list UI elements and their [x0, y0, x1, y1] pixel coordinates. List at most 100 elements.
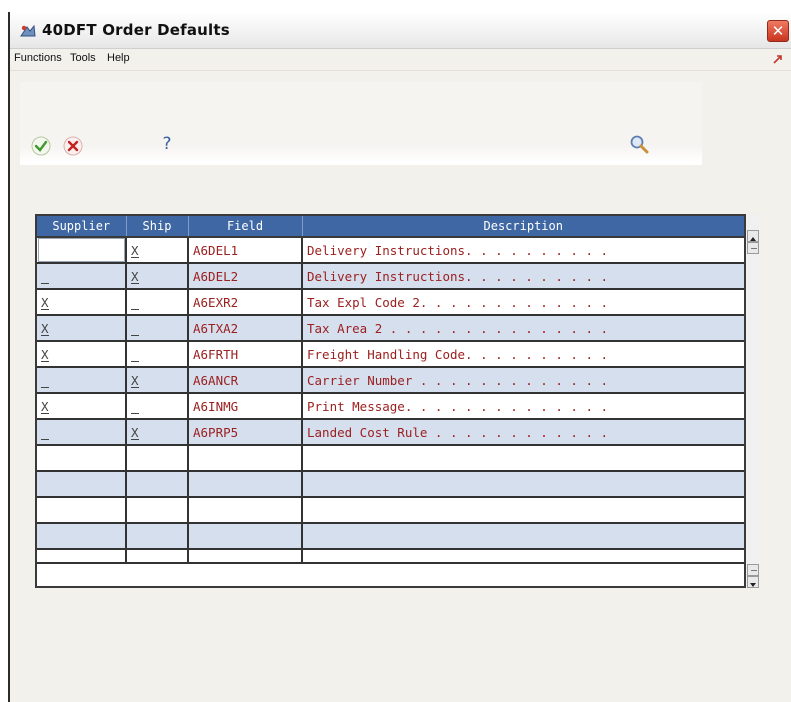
column-header-field[interactable]: Field — [188, 216, 303, 238]
supplier-input-selected[interactable] — [38, 238, 124, 261]
field-cell: A6EXR2 — [188, 289, 303, 316]
scroll-page-up-button[interactable] — [747, 242, 759, 254]
supplier-cell[interactable] — [37, 237, 127, 264]
ship-cell[interactable] — [126, 445, 189, 472]
close-icon: ✕ — [771, 22, 785, 40]
table-row[interactable] — [37, 523, 744, 550]
cancel-button[interactable] — [61, 134, 85, 158]
menu-functions[interactable]: Functions — [14, 52, 62, 64]
supplier-cell[interactable] — [37, 497, 127, 524]
table-row[interactable] — [37, 549, 744, 564]
description-cell — [302, 523, 744, 550]
title-bar: 40DFT Order Defaults ✕ — [10, 12, 791, 49]
supplier-cell[interactable] — [37, 549, 127, 564]
description-cell: Freight Handling Code. . . . . . . . . . — [302, 341, 744, 368]
ship-cell[interactable]: _ — [126, 315, 189, 342]
checkmark-icon — [31, 136, 51, 156]
ship-cell[interactable]: _ — [126, 289, 189, 316]
search-button[interactable] — [627, 132, 651, 156]
column-header-ship[interactable]: Ship — [126, 216, 189, 238]
column-header-description[interactable]: Description — [302, 216, 744, 238]
field-cell — [188, 549, 303, 564]
app-icon — [20, 24, 36, 37]
field-cell: A6TXA2 — [188, 315, 303, 342]
defaults-grid: Supplier Ship Field Description X A6DEL1… — [35, 214, 759, 590]
field-cell — [188, 445, 303, 472]
supplier-cell[interactable] — [37, 523, 127, 550]
ship-cell[interactable] — [126, 497, 189, 524]
ship-cell[interactable] — [126, 523, 189, 550]
ship-cell[interactable]: X — [126, 419, 189, 446]
table-row[interactable]: X _ A6EXR2 Tax Expl Code 2. . . . . . . … — [37, 289, 744, 316]
table-row[interactable] — [37, 471, 744, 498]
field-cell — [188, 523, 303, 550]
description-cell — [302, 549, 744, 564]
supplier-cell[interactable]: _ — [37, 263, 127, 290]
ship-cell[interactable]: X — [126, 237, 189, 264]
supplier-cell[interactable]: X — [37, 341, 127, 368]
description-cell — [302, 471, 744, 498]
table-row[interactable]: _ X A6PRP5 Landed Cost Rule . . . . . . … — [37, 419, 744, 446]
menu-bar: Functions Tools Help — [10, 49, 791, 71]
vertical-scrollbar[interactable] — [747, 214, 759, 588]
ship-cell[interactable]: _ — [126, 393, 189, 420]
scroll-bottom-button[interactable] — [747, 576, 759, 588]
menu-tools[interactable]: Tools — [70, 52, 96, 64]
scroll-top-button[interactable] — [747, 230, 759, 242]
supplier-cell[interactable] — [37, 445, 127, 472]
description-cell: Tax Area 2 . . . . . . . . . . . . . . . — [302, 315, 744, 342]
table-row[interactable]: _ X A6ANCR Carrier Number . . . . . . . … — [37, 367, 744, 394]
ship-cell[interactable]: X — [126, 367, 189, 394]
table-row[interactable] — [37, 497, 744, 524]
supplier-cell[interactable]: X — [37, 393, 127, 420]
description-cell — [302, 497, 744, 524]
supplier-cell[interactable]: X — [37, 289, 127, 316]
description-cell: Tax Expl Code 2. . . . . . . . . . . . . — [302, 289, 744, 316]
table-row[interactable]: X _ A6INMG Print Message. . . . . . . . … — [37, 393, 744, 420]
field-cell: A6DEL2 — [188, 263, 303, 290]
ship-cell[interactable] — [126, 471, 189, 498]
scroll-down-icon — [750, 583, 756, 587]
ship-cell[interactable]: X — [126, 263, 189, 290]
question-icon: ? — [162, 134, 172, 154]
close-button[interactable]: ✕ — [767, 20, 789, 42]
supplier-cell[interactable] — [37, 471, 127, 498]
magnifier-icon — [630, 135, 649, 154]
help-button[interactable]: ? — [155, 132, 179, 156]
description-cell: Print Message. . . . . . . . . . . . . . — [302, 393, 744, 420]
dash-icon — [751, 248, 757, 249]
ship-cell[interactable]: _ — [126, 341, 189, 368]
table-row[interactable] — [37, 445, 744, 472]
description-cell: Delivery Instructions. . . . . . . . . . — [302, 263, 744, 290]
field-cell: A6ANCR — [188, 367, 303, 394]
supplier-cell[interactable]: _ — [37, 419, 127, 446]
field-cell — [188, 497, 303, 524]
menu-help[interactable]: Help — [107, 52, 130, 64]
scroll-page-down-button[interactable] — [747, 564, 759, 576]
exit-arrow-icon[interactable] — [771, 52, 785, 66]
cancel-x-icon — [63, 136, 83, 156]
description-cell: Landed Cost Rule . . . . . . . . . . . . — [302, 419, 744, 446]
ship-cell[interactable] — [126, 549, 189, 564]
column-header-supplier[interactable]: Supplier — [37, 216, 127, 238]
table-row[interactable]: X _ A6TXA2 Tax Area 2 . . . . . . . . . … — [37, 315, 744, 342]
field-cell: A6DEL1 — [188, 237, 303, 264]
field-cell — [188, 471, 303, 498]
toolbar: ? — [20, 82, 702, 165]
grid-header-row: Supplier Ship Field Description — [37, 216, 744, 238]
dash-icon — [751, 570, 757, 571]
order-defaults-window: 40DFT Order Defaults ✕ Functions Tools H… — [8, 12, 791, 702]
field-cell: A6FRTH — [188, 341, 303, 368]
window-title: 40DFT Order Defaults — [42, 21, 230, 39]
table-row[interactable]: _ X A6DEL2 Delivery Instructions. . . . … — [37, 263, 744, 290]
description-cell: Carrier Number . . . . . . . . . . . . . — [302, 367, 744, 394]
description-cell — [302, 445, 744, 472]
table-row[interactable]: X _ A6FRTH Freight Handling Code. . . . … — [37, 341, 744, 368]
supplier-cell[interactable]: X — [37, 315, 127, 342]
field-cell: A6INMG — [188, 393, 303, 420]
field-cell: A6PRP5 — [188, 419, 303, 446]
ok-button[interactable] — [29, 134, 53, 158]
table-row[interactable]: X A6DEL1 Delivery Instructions. . . . . … — [37, 237, 744, 264]
description-cell: Delivery Instructions. . . . . . . . . . — [302, 237, 744, 264]
supplier-cell[interactable]: _ — [37, 367, 127, 394]
